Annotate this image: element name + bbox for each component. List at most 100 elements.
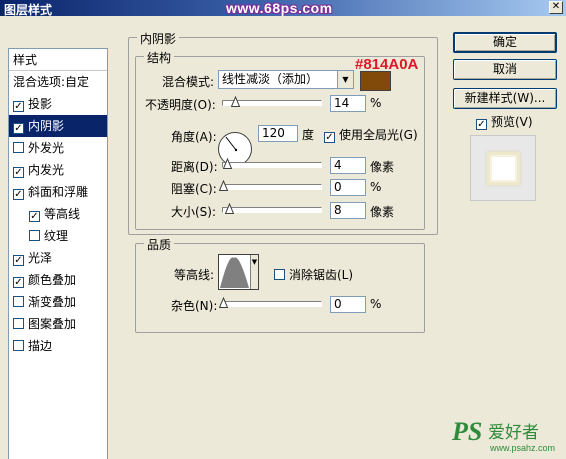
blend-options-item[interactable]: 混合选项:自定	[9, 71, 107, 93]
opacity-input[interactable]: 14	[330, 95, 366, 112]
sidebar-item-3[interactable]: ✓ 内发光	[9, 159, 107, 181]
sidebar-item-checkbox[interactable]: ✓	[29, 211, 40, 222]
sidebar-item-checkbox[interactable]: ✓	[13, 167, 24, 178]
sidebar-item-9[interactable]: 渐变叠加	[9, 291, 107, 313]
sidebar-item-label: 斜面和浮雕	[28, 185, 89, 199]
inner-shadow-title: 内阴影	[137, 30, 180, 47]
sidebar-item-2[interactable]: 外发光	[9, 137, 107, 159]
blend-mode-select[interactable]: 线性减淡（添加） ▼	[218, 70, 354, 89]
sidebar-item-5[interactable]: ✓ 等高线	[9, 203, 107, 225]
slider-thumb-icon[interactable]	[231, 96, 240, 107]
global-light-checkbox[interactable]: ✓	[324, 132, 335, 143]
sidebar-item-label: 内阴影	[28, 119, 65, 133]
sidebar-item-label: 光泽	[28, 251, 53, 265]
new-style-button[interactable]: 新建样式(W)...	[453, 88, 557, 109]
angle-unit: 度	[302, 128, 315, 142]
global-light-checkbox-row[interactable]: ✓ 使用全局光(G)	[324, 126, 418, 143]
size-slider[interactable]	[222, 203, 322, 214]
sidebar-item-checkbox[interactable]: ✓	[13, 123, 24, 134]
distance-slider[interactable]	[222, 158, 322, 169]
styles-header[interactable]: 样式	[9, 49, 107, 71]
color-hex-annotation: #814A0A	[355, 56, 419, 73]
sidebar-item-label: 图案叠加	[28, 317, 77, 331]
opacity-unit: %	[370, 96, 382, 110]
noise-slider[interactable]	[219, 297, 322, 308]
sidebar-item-checkbox[interactable]	[13, 296, 24, 307]
watermark-text: www.68ps.com	[226, 0, 333, 16]
structure-title: 结构	[144, 49, 175, 66]
quality-group: 品质	[135, 236, 425, 333]
style-preview-thumbnail	[470, 135, 536, 201]
size-label: 大小(S):	[171, 205, 217, 219]
psahz-logo: PS 爱好者 www.psahz.com	[450, 414, 560, 454]
sidebar-item-checkbox[interactable]	[13, 318, 24, 329]
chevron-down-icon: ▼	[337, 71, 353, 88]
sidebar-item-4[interactable]: ✓ 斜面和浮雕	[9, 181, 107, 203]
sidebar-item-label: 描边	[28, 339, 53, 353]
blend-mode-label: 混合模式:	[162, 75, 215, 89]
close-button[interactable]: ✕	[549, 1, 563, 14]
contour-label: 等高线:	[174, 268, 215, 282]
choke-unit: %	[370, 180, 382, 194]
size-unit: 像素	[370, 205, 395, 219]
size-input[interactable]: 8	[330, 202, 366, 219]
slider-thumb-icon[interactable]	[219, 180, 228, 191]
quality-title: 品质	[144, 236, 175, 253]
svg-text:爱好者: 爱好者	[488, 423, 539, 443]
sidebar-item-checkbox[interactable]: ✓	[13, 277, 24, 288]
antialias-checkbox-row[interactable]: 消除锯齿(L)	[274, 266, 353, 283]
sidebar-item-label: 内发光	[28, 163, 65, 177]
noise-unit: %	[370, 297, 382, 311]
svg-text:www.psahz.com: www.psahz.com	[489, 443, 555, 453]
sidebar-item-checkbox[interactable]	[13, 142, 24, 153]
angle-label: 角度(A):	[171, 130, 217, 144]
antialias-label: 消除锯齿(L)	[289, 268, 354, 282]
sidebar-item-6[interactable]: 纹理	[9, 225, 107, 247]
dialog-body: 样式 混合选项:自定 ✓ 投影 ✓ 内阴影外发光 ✓ 内发光 ✓ 斜面和浮雕 ✓ 等高线纹理 ✓ 光泽…	[0, 16, 566, 459]
sidebar-item-label: 等高线	[44, 207, 81, 221]
sidebar-item-label: 渐变叠加	[28, 295, 77, 309]
sidebar-item-label: 纹理	[44, 229, 69, 243]
sidebar-item-8[interactable]: ✓ 颜色叠加	[9, 269, 107, 291]
sidebar-item-0[interactable]: ✓ 投影	[9, 93, 107, 115]
contour-picker[interactable]: ▼	[218, 254, 259, 290]
ok-button[interactable]: 确定	[453, 32, 557, 53]
shadow-color-swatch[interactable]	[360, 71, 391, 91]
preview-checkbox-row[interactable]: ✓ 预览(V)	[476, 113, 533, 130]
blend-mode-value: 线性减淡（添加）	[222, 72, 319, 86]
distance-label: 距离(D):	[171, 160, 218, 174]
sidebar-item-10[interactable]: 图案叠加	[9, 313, 107, 335]
distance-input[interactable]: 4	[330, 157, 366, 174]
sidebar-item-1[interactable]: ✓ 内阴影	[9, 115, 107, 137]
sidebar-item-checkbox[interactable]	[29, 230, 40, 241]
slider-thumb-icon[interactable]	[223, 158, 232, 169]
sidebar-item-label: 颜色叠加	[28, 273, 77, 287]
cancel-button[interactable]: 取消	[453, 59, 557, 80]
angle-input[interactable]: 120	[258, 125, 298, 142]
noise-input[interactable]: 0	[330, 296, 366, 313]
distance-unit: 像素	[370, 160, 395, 174]
preview-checkbox[interactable]: ✓	[476, 119, 487, 130]
sidebar-item-label: 外发光	[28, 141, 65, 155]
sidebar-item-checkbox[interactable]: ✓	[13, 101, 24, 112]
slider-thumb-icon[interactable]	[219, 297, 228, 308]
contour-curve-icon	[220, 257, 249, 288]
choke-slider[interactable]	[219, 180, 322, 191]
antialias-checkbox[interactable]	[274, 269, 285, 280]
opacity-slider[interactable]	[222, 96, 322, 107]
sidebar-item-checkbox[interactable]: ✓	[13, 189, 24, 200]
chevron-down-icon: ▼	[250, 255, 258, 289]
sidebar-item-checkbox[interactable]	[13, 340, 24, 351]
preview-label: 预览(V)	[491, 115, 533, 129]
sidebar-item-label: 投影	[28, 97, 53, 111]
slider-thumb-icon[interactable]	[225, 203, 234, 214]
svg-text:PS: PS	[451, 417, 482, 446]
sidebar-item-11[interactable]: 描边	[9, 335, 107, 357]
sidebar-item-7[interactable]: ✓ 光泽	[9, 247, 107, 269]
styles-list: 样式 混合选项:自定 ✓ 投影 ✓ 内阴影外发光 ✓ 内发光 ✓ 斜面和浮雕 ✓ 等高线纹理 ✓ 光泽…	[8, 48, 108, 459]
title-bar: 图层样式 www.68ps.com ✕	[0, 0, 566, 17]
noise-label: 杂色(N):	[171, 299, 218, 313]
choke-input[interactable]: 0	[330, 179, 366, 196]
preview-swatch	[487, 152, 520, 185]
sidebar-item-checkbox[interactable]: ✓	[13, 255, 24, 266]
